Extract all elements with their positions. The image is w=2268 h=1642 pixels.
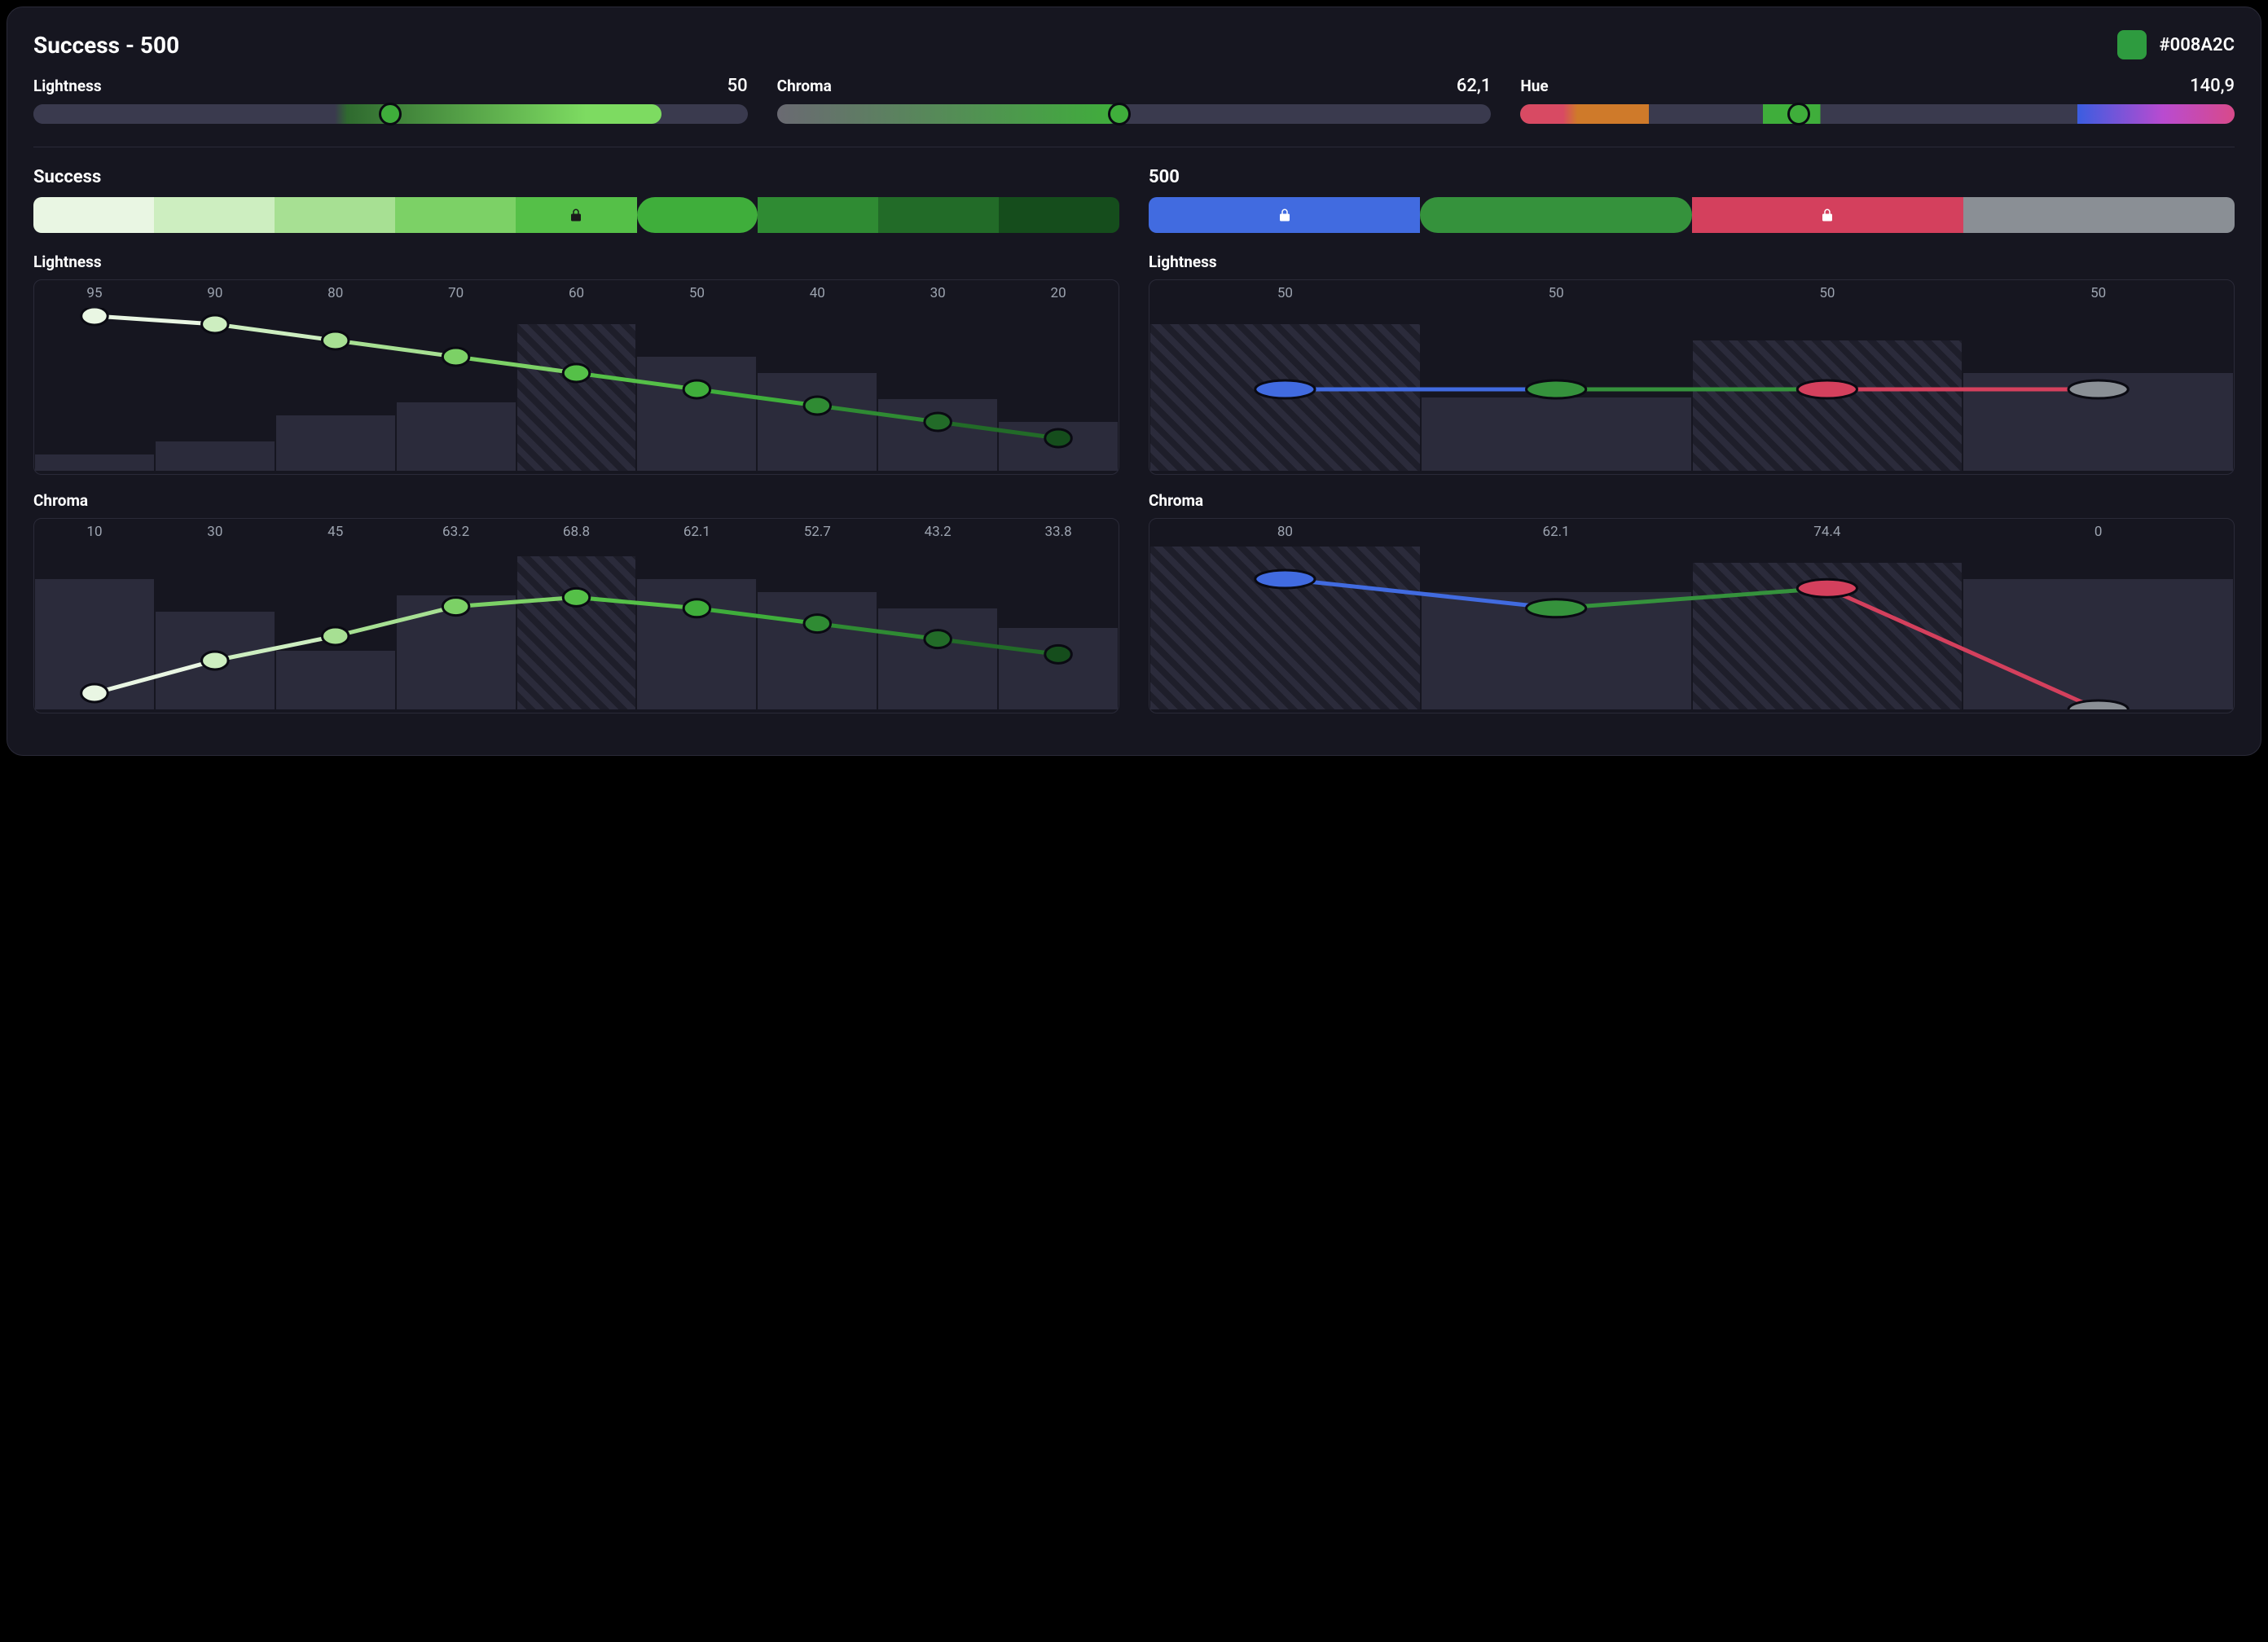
tick-label: 62.1 (1421, 524, 1692, 547)
hue-thumb[interactable] (1787, 103, 1810, 125)
lightness-value: 50 (727, 76, 748, 96)
tick-label: 45 (275, 524, 396, 547)
chart-left_chroma: 10304563.268.862.152.743.233.8 (33, 518, 1119, 713)
tick-label: 50 (1149, 285, 1421, 308)
hue-slider[interactable] (1520, 104, 2235, 124)
hex-value: #008A2C (2160, 35, 2235, 55)
chart-title: Lightness (1149, 252, 2235, 271)
tick-label: 30 (877, 285, 998, 308)
hue-value: 140,9 (2190, 76, 2235, 96)
shade-ramp (1149, 197, 2235, 233)
tick-label: 70 (396, 285, 516, 308)
tick-label: 95 (34, 285, 155, 308)
page-title: Success - 500 (33, 32, 179, 59)
chart-right_lightness: 50505050 (1149, 279, 2235, 475)
tick-label: 50 (1963, 285, 2234, 308)
tick-label: 62.1 (636, 524, 757, 547)
tick-label: 90 (155, 285, 275, 308)
hue-slider-block: Hue 140,9 (1520, 76, 2235, 124)
chart-right_chroma: 8062.174.40 (1149, 518, 2235, 713)
tick-label: 43.2 (877, 524, 998, 547)
tick-label: 20 (998, 285, 1119, 308)
ramp-cell[interactable] (1963, 197, 2235, 233)
ramp-cell[interactable] (275, 197, 395, 233)
ramp-cell[interactable] (878, 197, 999, 233)
tick-label: 30 (155, 524, 275, 547)
lightness-slider[interactable] (33, 104, 748, 124)
ramp-cell[interactable] (516, 197, 636, 233)
success-ramp (33, 197, 1119, 233)
tick-label: 63.2 (396, 524, 516, 547)
tick-label: 74.4 (1692, 524, 1963, 547)
ramp-cell[interactable] (1149, 197, 1420, 233)
color-swatch (2117, 30, 2147, 59)
chart-columns: Success Lightness959080706050403020Chrom… (33, 167, 2235, 730)
tick-label: 0 (1963, 524, 2234, 547)
ramp-cell[interactable] (154, 197, 275, 233)
tick-label: 68.8 (516, 524, 637, 547)
chart-left_lightness: 959080706050403020 (33, 279, 1119, 475)
lock-icon (1820, 208, 1835, 222)
lightness-label: Lightness (33, 77, 102, 95)
chart-title: Chroma (33, 491, 1119, 510)
ramp-cell[interactable] (33, 197, 154, 233)
ramp-cell[interactable] (999, 197, 1119, 233)
ramp-cell[interactable] (1420, 197, 1691, 233)
tick-label: 60 (516, 285, 637, 308)
tick-label: 50 (1692, 285, 1963, 308)
color-editor-panel: Success - 500 #008A2C Lightness 50 Chrom… (7, 7, 2261, 756)
chroma-value: 62,1 (1457, 76, 1491, 96)
slider-row: Lightness 50 Chroma 62,1 Hue 140,9 (33, 76, 2235, 147)
left-column: Success Lightness959080706050403020Chrom… (33, 167, 1119, 730)
ramp-cell[interactable] (395, 197, 516, 233)
lightness-slider-block: Lightness 50 (33, 76, 748, 124)
lightness-thumb[interactable] (379, 103, 402, 125)
right-column: 500 Lightness50505050Chroma8062.174.40 (1149, 167, 2235, 730)
ramp-cell[interactable] (1692, 197, 1963, 233)
chroma-slider[interactable] (777, 104, 1492, 124)
ramp-cell[interactable] (637, 197, 758, 233)
hue-label: Hue (1520, 77, 1548, 95)
lock-icon (1277, 208, 1292, 222)
chart-title: Lightness (33, 252, 1119, 271)
panel-header: Success - 500 #008A2C (33, 30, 2235, 59)
hex-display: #008A2C (2117, 30, 2235, 59)
success-section-title: Success (33, 167, 1119, 187)
tick-label: 10 (34, 524, 155, 547)
chroma-slider-block: Chroma 62,1 (777, 76, 1492, 124)
tick-label: 33.8 (998, 524, 1119, 547)
tick-label: 50 (636, 285, 757, 308)
tick-label: 50 (1421, 285, 1692, 308)
ramp-cell[interactable] (758, 197, 878, 233)
tick-label: 40 (757, 285, 877, 308)
chroma-label: Chroma (777, 77, 832, 95)
chroma-thumb[interactable] (1108, 103, 1131, 125)
tick-label: 52.7 (757, 524, 877, 547)
chart-title: Chroma (1149, 491, 2235, 510)
tick-label: 80 (1149, 524, 1421, 547)
shade-section-title: 500 (1149, 167, 2235, 187)
lock-icon (569, 208, 583, 222)
tick-label: 80 (275, 285, 396, 308)
